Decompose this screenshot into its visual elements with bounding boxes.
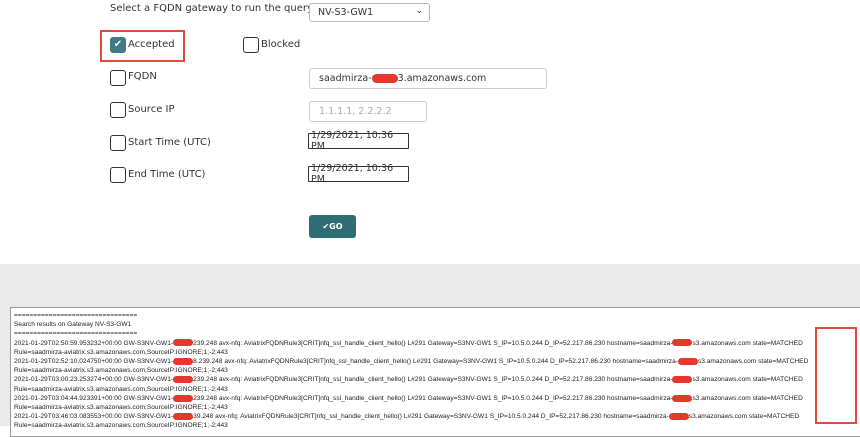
state-matched-highlight-box [815, 327, 857, 424]
start-time-input[interactable]: 1/29/2021, 10:36 PM [308, 130, 409, 152]
redaction-mark [668, 412, 689, 420]
fqdn-input[interactable]: saadmirza- 3.amazonaws.com [309, 68, 547, 89]
source-ip-label: Source IP [128, 104, 175, 115]
check-icon: ✔ [322, 222, 330, 231]
log-rule-line: Rule=saadmirza-aviatrix.s3.amazonaws.com… [14, 348, 228, 356]
log-rule-line: Rule=saadmirza-aviatrix.s3.amazonaws.com… [14, 404, 228, 412]
log-text: 2021-01-29T03:00:23.253274+00:00 GW-S3NV… [14, 376, 174, 384]
end-time-input[interactable]: 1/29/2021, 10:36 PM [308, 163, 409, 185]
fqdn-value-suffix: 3.amazonaws.com [397, 73, 487, 84]
log-text: 8.239.248 avx-nfq: AviatrixFQDNRule3[CRI… [193, 358, 678, 366]
log-rule-line: Rule=saadmirza-aviatrix.s3.amazonaws.com… [14, 385, 228, 393]
chevron-down-icon: ⌄ [415, 6, 423, 16]
results-separator: ================================ [14, 312, 138, 319]
blocked-checkbox[interactable] [243, 37, 259, 53]
source-ip-checkbox[interactable] [110, 102, 126, 118]
blocked-label: Blocked [261, 39, 301, 50]
log-text: 239.248 avx-nfq: AviatrixFQDNRule3[CRIT]… [193, 376, 673, 384]
log-line: 2021-01-29T03:46:03.083553+00:00 GW-S3NV… [14, 412, 860, 421]
fqdn-label: FQDN [128, 71, 157, 82]
results-separator: ================================ [14, 330, 138, 338]
log-rule-line: Rule=saadmirza-aviatrix.s3.amazonaws.com… [14, 367, 228, 375]
log-text: s3.amazonaws.com state=MATCHED [692, 339, 803, 347]
results-header: Search results on Gateway NV-S3-GW1 [14, 321, 132, 329]
log-text: s3.amazonaws.com state=MATCHED [692, 394, 803, 402]
go-button[interactable]: ✔ GO [309, 215, 356, 238]
log-line: 2021-01-29T02:50:59.953232+00:00 GW-S3NV… [14, 339, 860, 348]
log-text: s3.amazonaws.com state=MATCHED [692, 376, 803, 384]
accepted-label: Accepted [128, 39, 175, 50]
redaction-mark [672, 376, 693, 384]
log-text: 2021-01-29T02:52:10.024750+00:00 GW-S3NV… [14, 358, 174, 366]
log-line: 2021-01-29T02:52:10.024750+00:00 GW-S3NV… [14, 357, 860, 366]
redaction-mark [672, 394, 693, 402]
search-results-panel[interactable]: ================================ Search … [10, 307, 860, 437]
gateway-select[interactable]: NV-S3-GW1 ⌄ [309, 3, 430, 22]
redaction-mark [672, 339, 693, 347]
log-text: s3.amazonaws.com state=MATCHED [697, 358, 809, 366]
log-text: 2021-01-29T03:04:44.923391+00:00 GW-S3NV… [14, 394, 174, 402]
end-time-checkbox[interactable] [110, 167, 126, 183]
end-time-label: End Time (UTC) [128, 169, 206, 180]
redaction-mark [371, 74, 398, 83]
log-text: 239.248 avx-nfq: AviatrixFQDNRule3[CRIT]… [193, 339, 673, 347]
log-text: 239.248 avx-nfq: AviatrixFQDNRule3[CRIT]… [193, 394, 673, 402]
redaction-mark [173, 394, 194, 402]
go-button-label: GO [329, 222, 343, 231]
redaction-mark [173, 412, 194, 420]
fqdn-checkbox[interactable] [110, 70, 126, 86]
start-time-value: 1/29/2021, 10:36 PM [311, 130, 394, 152]
gateway-select-value: NV-S3-GW1 [318, 7, 374, 18]
accepted-checkbox[interactable]: ✔ [110, 37, 126, 53]
source-ip-placeholder: 1.1.1.1, 2.2.2.2 [319, 106, 392, 117]
log-text: 2021-01-29T03:46:03.083553+00:00 GW-S3NV… [14, 413, 174, 421]
source-ip-input[interactable]: 1.1.1.1, 2.2.2.2 [309, 101, 427, 122]
end-time-value: 1/29/2021, 10:36 PM [311, 163, 394, 185]
query-form-panel: Select a FQDN gateway to run the query N… [0, 0, 860, 266]
log-rule-line: Rule=saadmirza-aviatrix.s3.amazonaws.com… [14, 422, 228, 430]
redaction-mark [173, 376, 194, 384]
redaction-mark [677, 357, 698, 365]
redaction-mark [173, 339, 194, 347]
log-text: s3.amazonaws.com state=MATCHED [688, 413, 800, 421]
gateway-label: Select a FQDN gateway to run the query [110, 3, 313, 14]
log-text: 2021-01-29T02:50:59.953232+00:00 GW-S3NV… [14, 339, 174, 347]
log-line: 2021-01-29T03:04:44.923391+00:00 GW-S3NV… [14, 394, 860, 403]
start-time-label: Start Time (UTC) [128, 137, 211, 148]
log-line: 2021-01-29T03:00:23.253274+00:00 GW-S3NV… [14, 375, 860, 384]
check-icon: ✔ [113, 39, 123, 50]
start-time-checkbox[interactable] [110, 135, 126, 151]
fqdn-value-prefix: saadmirza- [319, 73, 372, 84]
log-text: 39.248 avx-nfq: AviatrixFQDNRule3[CRIT]n… [193, 413, 669, 421]
redaction-mark [173, 357, 194, 365]
